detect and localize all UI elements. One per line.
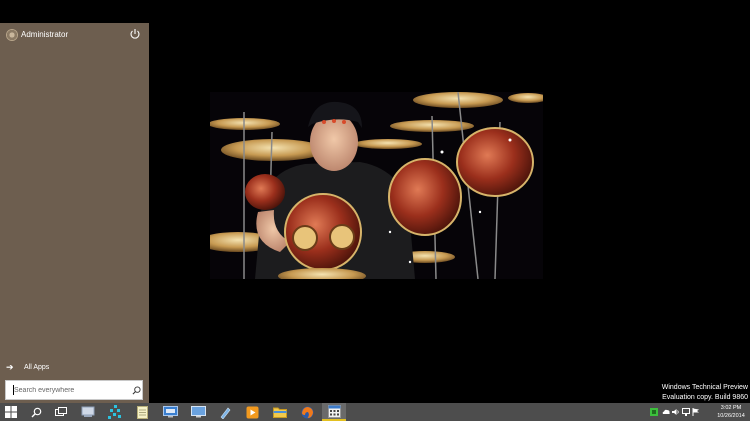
taskbar-pen-tool-button[interactable]: [214, 403, 236, 421]
watermark-line-1: Windows Technical Preview: [661, 384, 748, 391]
clock-date: 10/26/2014: [717, 413, 745, 419]
task-view-button[interactable]: [50, 403, 72, 421]
notepad-icon: [136, 405, 148, 419]
taskbar-search-button[interactable]: [25, 403, 47, 421]
taskbar-notepad-button[interactable]: [131, 403, 153, 421]
arrow-right-icon: ➔: [6, 361, 14, 372]
onedrive-icon[interactable]: [662, 408, 670, 416]
system-tray: 3:02 PM 10/26/2014: [650, 403, 750, 421]
search-icon: [31, 407, 41, 417]
computer-icon: [81, 406, 95, 417]
volume-icon[interactable]: [672, 408, 680, 416]
calendar-app-icon: [327, 404, 341, 418]
taskbar: 3:02 PM 10/26/2014: [0, 403, 750, 421]
taskbar-file-explorer-button[interactable]: [269, 403, 291, 421]
start-menu: Administrator ➔ All Apps: [0, 23, 149, 403]
user-avatar[interactable]: [6, 29, 18, 41]
network-grid-icon: [108, 405, 121, 419]
taskbar-calendar-app-button[interactable]: [322, 403, 346, 421]
pen-tool-icon: [220, 407, 230, 419]
evaluation-watermark: Windows Technical Preview Evaluation cop…: [662, 383, 748, 403]
taskbar-remote-desktop-button[interactable]: [159, 403, 181, 421]
remote-desktop-icon: [162, 406, 178, 418]
firefox-icon: [301, 406, 313, 418]
all-apps-label: All Apps: [24, 363, 50, 371]
flag-icon[interactable]: [692, 408, 700, 416]
search-box[interactable]: [5, 380, 143, 400]
power-button[interactable]: [128, 27, 142, 41]
search-icon[interactable]: [132, 386, 141, 395]
file-explorer-icon: [273, 407, 287, 418]
taskbar-firefox-button[interactable]: [296, 403, 318, 421]
watermark-line-2: Evaluation copy. Build 9860: [662, 394, 748, 401]
desktop-photo: [210, 92, 543, 279]
taskbar-network-button[interactable]: [104, 403, 126, 421]
start-button[interactable]: [0, 403, 22, 421]
media-player-icon: [246, 406, 258, 418]
search-input[interactable]: [14, 381, 124, 399]
windows-start-icon: [5, 406, 17, 418]
user-name[interactable]: Administrator: [21, 29, 68, 41]
taskbar-media-player-button[interactable]: [241, 403, 263, 421]
all-apps-button[interactable]: ➔ All Apps: [6, 361, 49, 373]
monitor-icon: [190, 406, 206, 418]
clock-time: 3:02 PM: [720, 405, 742, 411]
display-icon[interactable]: [682, 408, 690, 416]
power-icon: [130, 29, 140, 39]
drummer-image: [210, 92, 543, 279]
taskbar-computer-button[interactable]: [77, 403, 99, 421]
taskbar-monitor-button[interactable]: [187, 403, 209, 421]
taskbar-clock[interactable]: 3:02 PM 10/26/2014: [716, 404, 746, 420]
network-status-icon[interactable]: [650, 408, 658, 416]
task-view-icon: [55, 407, 67, 416]
